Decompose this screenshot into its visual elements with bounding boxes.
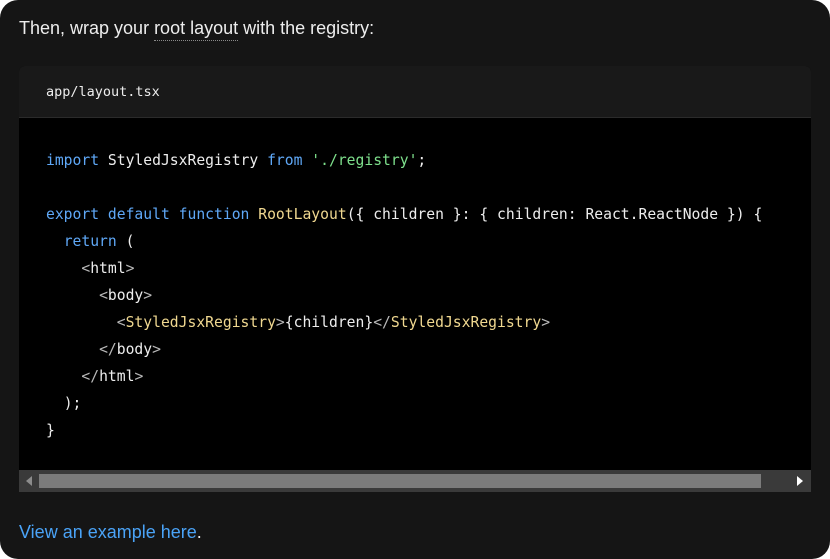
code-token: ); <box>63 395 82 412</box>
code-line-11: } <box>46 417 762 444</box>
code-token: return <box>63 233 117 250</box>
intro-paragraph: Then, wrap your root layout with the reg… <box>19 17 375 41</box>
code-token: ; <box>417 152 427 169</box>
scroll-left-button[interactable] <box>19 470 39 492</box>
code-filename: app/layout.tsx <box>46 84 160 100</box>
scrollbar-thumb[interactable] <box>39 474 761 488</box>
code-token: > <box>275 314 285 331</box>
code-line-3: export default function RootLayout({ chi… <box>46 201 762 228</box>
code-token: </ <box>373 314 391 331</box>
code-token: > <box>134 368 144 385</box>
code-token: StyledJsxRegistry <box>99 152 268 169</box>
scroll-right-button[interactable] <box>789 470 811 492</box>
code-token: function <box>178 206 250 223</box>
code-token: < <box>81 260 91 277</box>
code-token: ({ children }: { children: React.ReactNo… <box>346 206 763 223</box>
code-line-5: <html> <box>46 255 762 282</box>
code-token: default <box>107 206 170 223</box>
example-paragraph: View an example here. <box>19 521 202 543</box>
scroll-left-arrow-icon <box>26 476 32 486</box>
code-line-6: <body> <box>46 282 762 309</box>
intro-text-before: Then, wrap your <box>19 18 155 38</box>
code-content[interactable]: import StyledJsxRegistry from './registr… <box>46 147 762 444</box>
code-token: html <box>99 368 135 385</box>
root-layout-term-link[interactable]: root layout <box>154 18 239 41</box>
scroll-right-arrow-icon <box>797 476 803 486</box>
code-token: </ <box>99 341 117 358</box>
code-line-1: import StyledJsxRegistry from './registr… <box>46 147 762 174</box>
code-token: < <box>116 314 126 331</box>
code-token: html <box>90 260 126 277</box>
code-token: </ <box>81 368 100 385</box>
code-token: < <box>99 287 108 304</box>
view-example-link[interactable]: View an example here <box>19 522 197 542</box>
horizontal-scrollbar[interactable] <box>19 470 811 492</box>
code-token: > <box>125 260 135 277</box>
code-token: './registry' <box>311 152 418 169</box>
code-token: {children} <box>284 314 374 331</box>
code-token: body <box>116 341 153 358</box>
code-token: > <box>143 287 153 304</box>
code-token: StyledJsxRegistry <box>125 314 276 331</box>
code-token: ( <box>116 233 135 250</box>
code-token: body <box>107 287 144 304</box>
code-line-4: return ( <box>46 228 762 255</box>
code-line-9: </html> <box>46 363 762 390</box>
code-token: import <box>46 152 100 169</box>
code-token: RootLayout <box>258 206 347 223</box>
code-token: > <box>152 341 161 358</box>
code-line-10: ); <box>46 390 762 417</box>
code-token: from <box>267 152 303 169</box>
code-token: > <box>541 314 551 331</box>
code-token: export <box>46 206 100 223</box>
footer-period: . <box>196 522 202 542</box>
docs-content-panel: Then, wrap your root layout with the reg… <box>0 0 830 559</box>
code-token: } <box>46 422 55 439</box>
code-file-header: app/layout.tsx <box>19 66 811 118</box>
code-line-8: </body> <box>46 336 762 363</box>
code-token: StyledJsxRegistry <box>390 314 542 331</box>
code-line-7: <StyledJsxRegistry>{children}</StyledJsx… <box>46 309 762 336</box>
intro-text-after: with the registry: <box>238 18 375 38</box>
code-block: app/layout.tsx import StyledJsxRegistry … <box>19 66 811 492</box>
